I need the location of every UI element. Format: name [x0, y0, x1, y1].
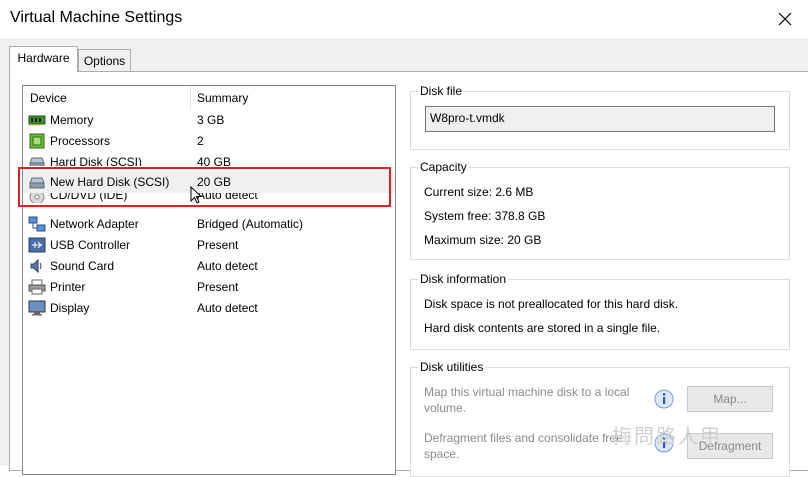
device-summary: Present — [197, 238, 239, 252]
usb-icon — [28, 237, 46, 253]
device-row-processors[interactable]: Processors 2 — [23, 131, 395, 152]
device-row-hard-disk[interactable]: Hard Disk (SCSI) 40 GB — [23, 152, 395, 166]
device-name: Sound Card — [50, 259, 115, 273]
disk-info-line: Disk space is not preallocated for this … — [424, 297, 679, 311]
processor-icon — [29, 133, 45, 149]
map-description: Map this virtual machine disk to a local… — [424, 385, 630, 415]
device-name: Hard Disk (SCSI) — [50, 155, 143, 166]
group-disk-file: Disk file W8pro-t.vmdk — [410, 84, 790, 150]
system-free-text: System free: 378.8 GB — [424, 209, 546, 223]
device-name: Network Adapter — [50, 217, 139, 231]
group-title: Disk file — [418, 84, 465, 98]
disk-info-line: Hard disk contents are stored in a singl… — [424, 321, 661, 335]
device-summary: 40 GB — [197, 155, 232, 166]
speaker-icon — [30, 258, 42, 274]
group-title: Disk information — [418, 272, 509, 286]
info-icon — [654, 389, 674, 409]
memory-icon — [28, 115, 46, 126]
device-row-sound-card[interactable]: Sound Card Auto detect — [23, 256, 395, 277]
device-name: Processors — [50, 134, 111, 148]
current-size-text: Current size: 2.6 MB — [424, 185, 534, 199]
disk-file-field[interactable]: W8pro-t.vmdk — [425, 106, 775, 132]
device-name: USB Controller — [50, 238, 131, 252]
device-row-usb-controller[interactable]: USB Controller Present — [23, 235, 395, 256]
tab-hardware[interactable]: Hardware — [9, 46, 78, 72]
device-name: Printer — [50, 280, 86, 294]
tab-options[interactable]: Options — [78, 49, 131, 72]
column-separator[interactable] — [190, 86, 191, 110]
close-button[interactable] — [762, 0, 808, 38]
device-row-display[interactable]: Display Auto detect — [23, 298, 395, 319]
group-disk-information: Disk information Disk space is not preal… — [410, 272, 790, 350]
device-name: Display — [50, 301, 90, 315]
device-summary: Bridged (Automatic) — [197, 217, 304, 231]
device-row-memory[interactable]: Memory 3 GB — [23, 110, 395, 131]
hard-disk-icon — [29, 157, 45, 166]
column-header-summary[interactable]: Summary — [197, 91, 248, 105]
device-summary: Auto detect — [197, 301, 258, 315]
device-row-network-adapter[interactable]: Network Adapter Bridged (Automatic) — [23, 214, 395, 235]
device-list[interactable]: Device Summary Memory 3 GB Processors 2 … — [22, 85, 396, 475]
group-title: Disk utilities — [418, 360, 486, 374]
selection-highlight-box — [18, 167, 391, 207]
device-row-printer[interactable]: Printer Present — [23, 277, 395, 298]
group-capacity: Capacity Current size: 2.6 MB System fre… — [410, 160, 790, 260]
watermark-text: 梅問路人甲 — [612, 424, 722, 448]
close-icon — [778, 12, 792, 26]
group-title: Capacity — [418, 160, 469, 174]
device-name: Memory — [50, 113, 94, 127]
maximum-size-text: Maximum size: 20 GB — [424, 233, 542, 247]
device-summary: 3 GB — [197, 113, 225, 127]
group-disk-utilities: Disk utilities Map this virtual machine … — [410, 360, 790, 477]
network-adapter-icon — [28, 216, 46, 232]
device-summary: Auto detect — [197, 259, 258, 273]
list-header: Device Summary — [23, 86, 395, 110]
mouse-cursor-icon — [190, 186, 203, 204]
device-summary: Present — [197, 280, 239, 294]
monitor-icon — [28, 300, 46, 316]
window-title: Virtual Machine Settings — [10, 9, 183, 26]
map-button[interactable]: Map... — [687, 386, 773, 412]
printer-icon — [28, 279, 46, 295]
title-bar: Virtual Machine Settings — [0, 0, 808, 38]
column-header-device[interactable]: Device — [30, 91, 67, 105]
device-summary: 2 — [197, 134, 204, 148]
